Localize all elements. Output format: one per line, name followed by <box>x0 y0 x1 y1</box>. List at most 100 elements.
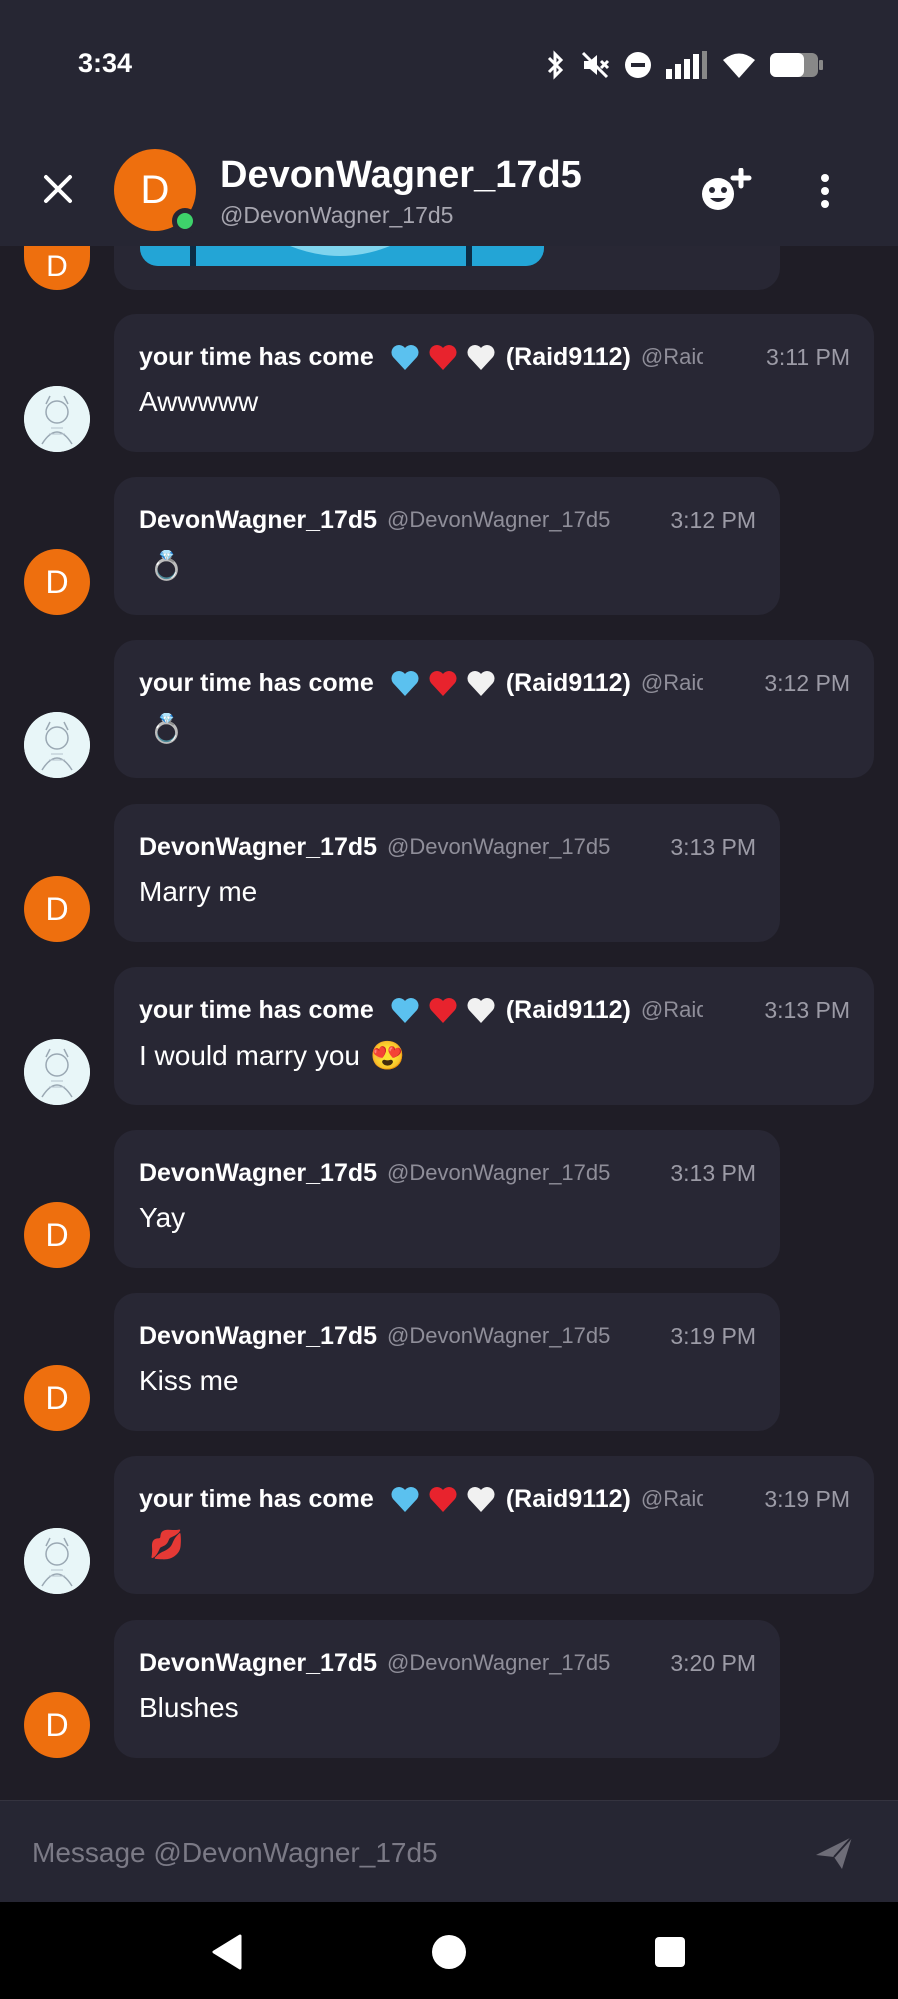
system-nav-bar <box>0 1902 898 1999</box>
raid-avatar[interactable] <box>24 1528 90 1594</box>
message-handle: @Raid9112 <box>640 997 703 1022</box>
message-header: your time has come (Raid9112) @Raid9112 <box>139 1482 703 1516</box>
back-triangle-icon <box>212 1934 242 1970</box>
home-circle-icon <box>432 1935 466 1969</box>
wifi-icon <box>723 53 755 78</box>
status-time: 3:34 <box>78 48 133 78</box>
message-content: 💍 <box>139 549 184 582</box>
message-handle: @DevonWagner_17d5 <box>387 507 611 532</box>
nav-home-button[interactable] <box>429 1932 469 1972</box>
send-icon <box>816 1836 853 1869</box>
bluetooth-icon <box>547 50 564 80</box>
blue-heart-icon <box>391 671 419 696</box>
message-text: I would marry you <box>139 1039 360 1071</box>
white-heart-icon <box>467 1487 495 1512</box>
message-header: your time has come (Raid9112) @Raid9112 <box>139 340 703 374</box>
message-bubble: DevonWagner_17d5 @DevonWagner_17d5 3:13 PM… <box>114 804 780 942</box>
message-bubble: your time has come (Raid9112) @Raid9112 3:1… <box>114 967 874 1105</box>
message-timestamp: 3:13 PM <box>670 833 756 860</box>
partial-message-image[interactable] <box>140 246 544 266</box>
red-heart-icon <box>429 671 457 696</box>
message-author[interactable]: DevonWagner_17d5 <box>139 506 377 535</box>
raid-avatar[interactable] <box>24 712 90 778</box>
message-author[interactable]: your time has come <box>139 996 374 1025</box>
message-bubble: your time has come (Raid9112) @Raid9112 3:1… <box>114 640 874 778</box>
white-heart-icon <box>467 998 495 1023</box>
message-timestamp: 3:19 PM <box>670 1322 756 1349</box>
message-bubble: DevonWagner_17d5 @DevonWagner_17d5 3:19 PM… <box>114 1293 780 1431</box>
message-author[interactable]: your time has come <box>139 669 374 698</box>
more-options-button[interactable] <box>810 168 840 214</box>
message-bubble: DevonWagner_17d5 @DevonWagner_17d5 3:20 PM… <box>114 1620 780 1758</box>
message-header: DevonWagner_17d5 @DevonWagner_17d5 <box>139 1156 610 1190</box>
message-author[interactable]: your time has come <box>139 343 374 372</box>
close-button[interactable] <box>36 167 80 211</box>
nav-recents-button[interactable] <box>650 1932 690 1972</box>
raid-avatar[interactable] <box>24 386 90 452</box>
raid-avatar[interactable] <box>24 1039 90 1105</box>
devon-avatar[interactable]: D <box>24 1365 90 1431</box>
message-timestamp: 3:20 PM <box>670 1649 756 1676</box>
devon-avatar[interactable]: D <box>24 876 90 942</box>
status-icons <box>546 48 824 82</box>
message-content: Blushes <box>139 1692 239 1724</box>
message-handle: @Raid9112 <box>640 670 703 695</box>
add-friend-button[interactable] <box>700 167 756 214</box>
red-heart-icon <box>429 998 457 1023</box>
message-timestamp: 3:12 PM <box>670 506 756 533</box>
message-emoji: 💋 <box>149 1529 184 1560</box>
message-bubble: your time has come (Raid9112) @Raid9112 3:1… <box>114 314 874 452</box>
recents-square-icon <box>655 1937 685 1967</box>
message-content: Kiss me <box>139 1365 239 1397</box>
message-content: 💍 <box>139 712 184 745</box>
message-text: Yay <box>139 1202 186 1233</box>
blue-heart-icon <box>391 998 419 1023</box>
message-author[interactable]: your time has come <box>139 1485 374 1514</box>
message-composer <box>0 1800 898 1902</box>
author-badges <box>390 996 496 1024</box>
message-timestamp: 3:11 PM <box>766 343 850 370</box>
battery-icon <box>770 53 823 77</box>
message-handle: @DevonWagner_17d5 <box>387 834 611 859</box>
message-text: Awwwww <box>139 386 259 417</box>
add-friend-icon <box>702 167 752 210</box>
author-suffix: (Raid9112) <box>505 668 631 697</box>
message-header: your time has come (Raid9112) @Raid9112 <box>139 993 703 1027</box>
message-content: Awwwww <box>139 386 258 418</box>
red-heart-icon <box>429 1487 457 1512</box>
message-header: your time has come (Raid9112) @Raid9112 <box>139 666 703 700</box>
devon-avatar[interactable]: D <box>24 1202 90 1268</box>
more-dot <box>821 187 829 195</box>
message-bubble: DevonWagner_17d5 @DevonWagner_17d5 3:13 PM… <box>114 1130 780 1268</box>
message-handle: @DevonWagner_17d5 <box>387 1160 611 1185</box>
message-author[interactable]: DevonWagner_17d5 <box>139 1159 377 1188</box>
conversation-title: DevonWagner_17d5 <box>220 154 582 196</box>
message-emoji: 💍 <box>149 713 184 744</box>
online-status-dot <box>172 208 198 234</box>
message-input[interactable] <box>32 1831 792 1875</box>
message-author[interactable]: DevonWagner_17d5 <box>139 1649 377 1678</box>
author-badges <box>390 669 496 697</box>
white-heart-icon <box>467 345 495 370</box>
blue-heart-icon <box>391 1487 419 1512</box>
message-emoji: 💍 <box>149 550 184 581</box>
message-bubble: DevonWagner_17d5 @DevonWagner_17d5 3:12 PM… <box>114 477 780 615</box>
do-not-disturb-icon <box>625 52 651 78</box>
nav-back-button[interactable] <box>208 1932 248 1972</box>
devon-avatar[interactable]: D <box>24 549 90 615</box>
message-content: Marry me <box>139 876 257 908</box>
message-header: DevonWagner_17d5 @DevonWagner_17d5 <box>139 830 610 864</box>
author-suffix: (Raid9112) <box>505 995 631 1024</box>
message-text: Marry me <box>139 876 258 907</box>
white-heart-icon <box>467 671 495 696</box>
message-author[interactable]: DevonWagner_17d5 <box>139 1322 377 1351</box>
send-button[interactable] <box>814 1835 854 1871</box>
devon-avatar[interactable]: D <box>24 1692 90 1758</box>
more-dot <box>821 174 829 182</box>
message-handle: @Raid9112 <box>640 344 703 369</box>
author-badges <box>390 1485 496 1513</box>
message-timestamp: 3:13 PM <box>670 1159 756 1186</box>
message-author[interactable]: DevonWagner_17d5 <box>139 833 377 862</box>
message-text: Blushes <box>139 1692 239 1723</box>
more-dot <box>821 200 829 208</box>
